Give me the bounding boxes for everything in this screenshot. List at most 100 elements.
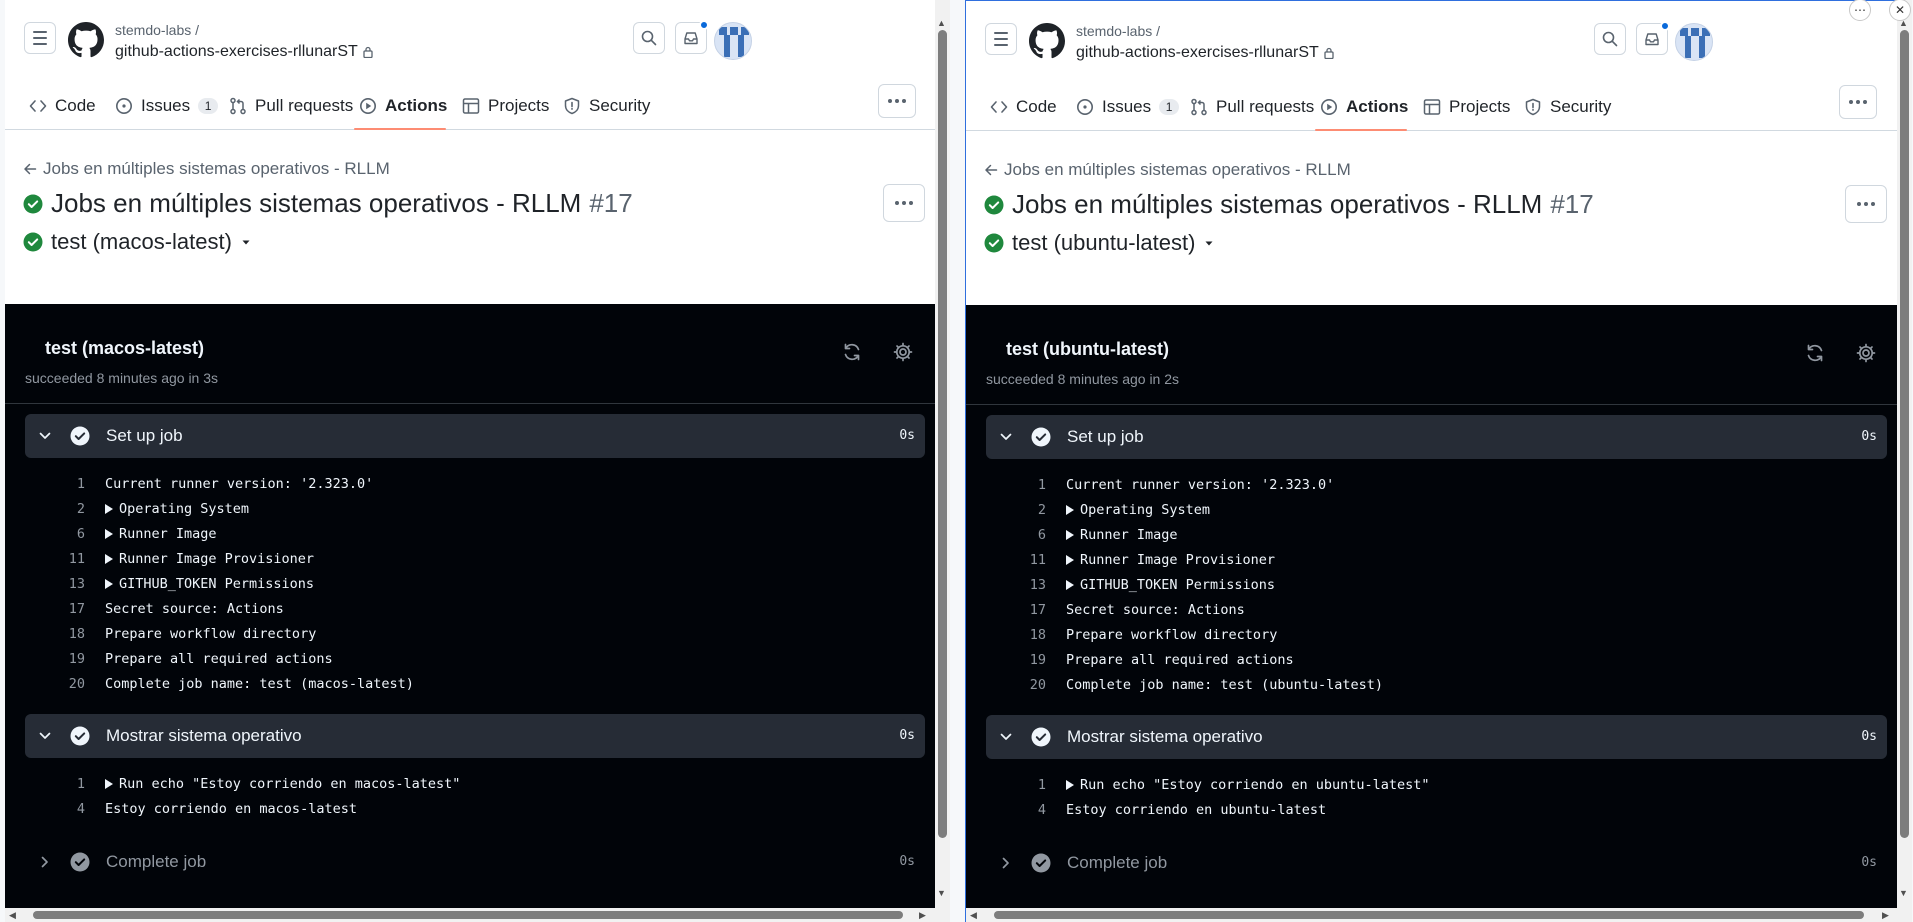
log-line-expandable[interactable]: 13 GITHUB_TOKEN Permissions — [5, 572, 935, 597]
line-number: 1 — [1037, 477, 1046, 493]
log-line[interactable]: 4 Estoy corriendo en macos-latest — [5, 797, 935, 822]
job-selector[interactable]: test (macos-latest) — [23, 229, 252, 255]
avatar[interactable] — [1675, 23, 1713, 61]
inbox-button[interactable] — [1636, 21, 1670, 55]
log-line[interactable]: 1 Current runner version: '2.323.0' — [5, 472, 935, 497]
tab-issues[interactable]: Issues 1 — [107, 90, 226, 122]
scroll-up-arrow[interactable]: ▲ — [937, 18, 946, 28]
tab-code[interactable]: Code — [982, 91, 1065, 123]
line-text: Operating System — [119, 501, 250, 517]
tab-projects[interactable]: Projects — [1415, 91, 1518, 123]
tab-security[interactable]: Security — [555, 90, 658, 122]
repo-name[interactable]: github-actions-exercises-rllunarST — [115, 43, 373, 61]
close-icon[interactable]: ✕ — [1889, 0, 1911, 21]
log-line[interactable]: 20 Complete job name: test (macos-latest) — [5, 672, 935, 697]
tab-security[interactable]: Security — [1516, 91, 1619, 123]
repo-name-link[interactable]: github-actions-exercises-rllunarST — [115, 43, 358, 61]
scrollbar-thumb[interactable] — [33, 911, 903, 919]
refresh-icon[interactable] — [841, 341, 863, 363]
tab-actions[interactable]: Actions — [1312, 91, 1416, 123]
github-logo-icon[interactable] — [1029, 23, 1065, 59]
log-header: test (macos-latest) succeeded 8 minutes … — [5, 304, 935, 404]
tab-projects[interactable]: Projects — [454, 90, 557, 122]
repo-name-link[interactable]: github-actions-exercises-rllunarST — [1076, 44, 1319, 62]
tab-code-label: Code — [1016, 97, 1057, 116]
step-complete-job[interactable]: Complete job 0s — [986, 841, 1887, 885]
tab-issues-label: Issues — [1102, 97, 1152, 116]
job-selector[interactable]: test (ubuntu-latest) — [984, 230, 1215, 256]
log-line[interactable]: 1 Current runner version: '2.323.0' — [966, 473, 1897, 498]
search-button[interactable] — [633, 22, 665, 54]
log-line-expandable[interactable]: 6 Runner Image — [966, 523, 1897, 548]
log-line[interactable]: 20 Complete job name: test (ubuntu-latest… — [966, 673, 1897, 698]
back-link[interactable]: Jobs en múltiples sistemas operativos - … — [23, 159, 390, 179]
scroll-down-arrow[interactable]: ▼ — [937, 888, 946, 898]
log-line-expandable[interactable]: 11 Runner Image Provisioner — [5, 547, 935, 572]
refresh-icon[interactable] — [1804, 342, 1826, 364]
search-button[interactable] — [1594, 23, 1626, 55]
gear-icon[interactable] — [1855, 342, 1877, 364]
triangle-right-icon — [105, 779, 113, 789]
line-text: Secret source: Actions — [1066, 602, 1245, 618]
log-line-expandable[interactable]: 6 Runner Image — [5, 522, 935, 547]
repo-owner-link[interactable]: stemdo-labs / — [1076, 23, 1160, 39]
log-line[interactable]: 17 Secret source: Actions — [966, 598, 1897, 623]
log-line-expandable[interactable]: 2 Operating System — [5, 497, 935, 522]
run-more-button[interactable] — [883, 184, 925, 222]
scroll-right-arrow[interactable]: ▶ — [919, 910, 926, 920]
browser-pane-left: stemdo-labs / github-actions-exercises-r… — [5, 0, 935, 922]
avatar[interactable] — [714, 22, 752, 60]
step-mostrar-sistema-operativo[interactable]: Mostrar sistema operativo 0s — [25, 714, 925, 758]
code-icon — [29, 100, 47, 112]
log-line-expandable[interactable]: 13 GITHUB_TOKEN Permissions — [966, 573, 1897, 598]
chevron-right-icon — [1002, 857, 1009, 869]
browser-pane-right: stemdo-labs / github-actions-exercises-r… — [965, 0, 1897, 922]
inbox-button[interactable] — [675, 20, 709, 54]
tab-pull-requests[interactable]: Pull requests — [1182, 91, 1322, 123]
log-line-expandable[interactable]: 1 Run echo "Estoy corriendo en ubuntu-lat… — [966, 773, 1897, 798]
vertical-scrollbar-right[interactable]: ▲ ▼ — [1897, 0, 1912, 922]
scrollbar-thumb[interactable] — [938, 30, 947, 838]
scroll-down-arrow[interactable]: ▼ — [1899, 888, 1908, 898]
vertical-scrollbar-left[interactable]: ▲ ▼ — [935, 0, 950, 922]
step-mostrar-sistema-operativo[interactable]: Mostrar sistema operativo 0s — [986, 715, 1887, 759]
scrollbar-thumb[interactable] — [994, 911, 1864, 919]
horizontal-scrollbar[interactable]: ◀ ▶ — [966, 908, 1897, 922]
horizontal-scrollbar[interactable]: ◀ ▶ — [5, 908, 935, 922]
github-logo-icon[interactable] — [68, 22, 104, 58]
triangle-right-icon — [1066, 505, 1074, 515]
scrollbar-thumb[interactable] — [1900, 30, 1909, 838]
log-line[interactable]: 17 Secret source: Actions — [5, 597, 935, 622]
scroll-right-arrow[interactable]: ▶ — [1882, 910, 1889, 920]
back-link[interactable]: Jobs en múltiples sistemas operativos - … — [984, 160, 1351, 180]
log-line-expandable[interactable]: 11 Runner Image Provisioner — [966, 548, 1897, 573]
tab-issues[interactable]: Issues 1 — [1068, 91, 1187, 123]
repo-owner-link[interactable]: stemdo-labs / — [115, 22, 199, 38]
tab-actions-label: Actions — [1346, 97, 1409, 116]
scroll-left-arrow[interactable]: ◀ — [970, 910, 977, 920]
check-circle-fill-icon — [23, 194, 43, 213]
repo-name[interactable]: github-actions-exercises-rllunarST — [1076, 44, 1334, 62]
menu-button[interactable] — [24, 22, 56, 54]
log-line[interactable]: 19 Prepare all required actions — [5, 647, 935, 672]
window-more-button[interactable]: ⋯ — [1849, 0, 1871, 21]
scroll-left-arrow[interactable]: ◀ — [9, 910, 16, 920]
step-set-up-job[interactable]: Set up job 0s — [986, 415, 1887, 459]
triangle-right-icon — [1066, 530, 1074, 540]
tab-actions[interactable]: Actions — [351, 90, 455, 122]
gear-icon[interactable] — [892, 341, 914, 363]
log-line[interactable]: 18 Prepare workflow directory — [966, 623, 1897, 648]
step-complete-job[interactable]: Complete job 0s — [25, 840, 925, 884]
log-line-expandable[interactable]: 1 Run echo "Estoy corriendo en macos-late… — [5, 772, 935, 797]
repo-nav-more-button[interactable] — [1839, 85, 1877, 119]
log-line[interactable]: 19 Prepare all required actions — [966, 648, 1897, 673]
tab-code[interactable]: Code — [21, 90, 104, 122]
log-line[interactable]: 4 Estoy corriendo en ubuntu-latest — [966, 798, 1897, 823]
log-line-expandable[interactable]: 2 Operating System — [966, 498, 1897, 523]
step-set-up-job[interactable]: Set up job 0s — [25, 414, 925, 458]
menu-button[interactable] — [985, 23, 1017, 55]
tab-pull-requests[interactable]: Pull requests — [221, 90, 361, 122]
log-line[interactable]: 18 Prepare workflow directory — [5, 622, 935, 647]
repo-nav-more-button[interactable] — [878, 84, 916, 118]
run-more-button[interactable] — [1845, 185, 1887, 223]
